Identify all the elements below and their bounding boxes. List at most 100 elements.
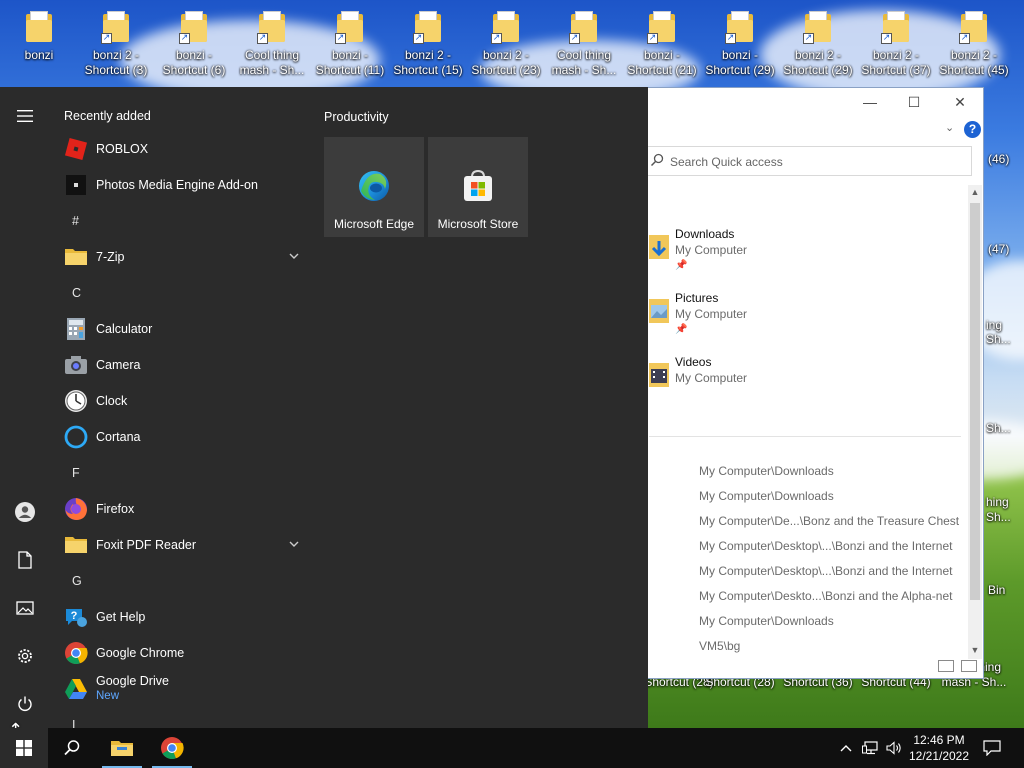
pictures-icon <box>16 601 34 615</box>
desktop-shortcut-label: bonzi <box>24 48 54 62</box>
tile-label: Microsoft Edge <box>333 217 415 231</box>
desktop-shortcut[interactable]: bonzi <box>0 0 78 63</box>
app-item-calculator[interactable]: Calculator <box>62 313 308 345</box>
recent-file-path[interactable]: My Computer\Downloads <box>699 464 969 484</box>
recent-file-path[interactable]: My Computer\Deskto...\Bonzi and the Alph… <box>699 589 969 609</box>
desktop-shortcut[interactable]: ↗ Cool thing mash - Sh... <box>233 0 311 78</box>
app-item-google-chrome[interactable]: Google Chrome <box>62 637 308 669</box>
downloads-folder-icon <box>649 235 669 259</box>
alphabet-header-g[interactable]: G <box>72 574 82 588</box>
large-icons-view-button[interactable] <box>961 660 977 672</box>
desktop-shortcut[interactable]: ↗ bonzi - Shortcut (6) <box>155 0 233 78</box>
chevron-down-icon[interactable] <box>288 538 300 550</box>
quick-access-item[interactable]: Pictures My Computer 📌 <box>649 291 949 341</box>
desktop-shortcut[interactable]: ↗ Cool thing mash - Sh... <box>545 0 623 78</box>
search-taskbar-button[interactable] <box>48 728 96 768</box>
chrome-icon <box>161 737 184 760</box>
desktop-shortcut-label[interactable]: Bin <box>988 583 1005 598</box>
app-item-camera[interactable]: Camera <box>62 349 308 381</box>
action-center-button[interactable] <box>982 738 1002 758</box>
desktop-shortcut-label[interactable]: (47) <box>988 242 1009 257</box>
desktop-shortcut[interactable]: ↗ bonzi - Shortcut (29) <box>701 0 779 78</box>
desktop-shortcut-label: bonzi 2 - Shortcut (29) <box>783 48 853 77</box>
recent-file-path[interactable]: My Computer\De...\Bonz and the Treasure … <box>699 514 969 534</box>
alphabet-header-hash[interactable]: # <box>72 214 79 228</box>
desktop-shortcut[interactable]: ↗ bonzi 2 - Shortcut (15) <box>389 0 467 78</box>
show-hidden-icons-button[interactable] <box>836 738 856 758</box>
quick-access-item[interactable]: Videos My Computer <box>649 355 949 405</box>
shortcut-arrow-icon: ↗ <box>101 33 112 44</box>
alphabet-header-c[interactable]: C <box>72 286 81 300</box>
desktop-shortcut[interactable]: ↗ bonzi - Shortcut (11) <box>311 0 389 78</box>
quick-access-name: Pictures <box>675 291 719 305</box>
pictures-folder-icon <box>649 299 669 323</box>
quick-access-item[interactable]: Downloads My Computer 📌 <box>649 227 949 277</box>
desktop-shortcut-label: bonzi - Shortcut (21) <box>627 48 697 77</box>
desktop-shortcut-label[interactable]: (46) <box>988 152 1009 167</box>
user-account-button[interactable] <box>12 499 38 525</box>
pictures-button[interactable] <box>12 595 38 621</box>
app-item-clock[interactable]: Clock <box>62 385 308 417</box>
desktop-shortcut-label[interactable]: hing <box>986 495 1009 510</box>
recent-file-path[interactable]: My Computer\Downloads <box>699 489 969 509</box>
minimize-button[interactable]: — <box>857 92 883 112</box>
taskbar-clock[interactable]: 12:46 PM 12/21/2022 <box>902 732 976 764</box>
expand-menu-button[interactable] <box>12 103 38 129</box>
app-label: Google Drive <box>96 674 169 688</box>
recent-file-path[interactable]: My Computer\Desktop\...\Bonzi and the In… <box>699 539 969 559</box>
app-item-roblox[interactable]: ROBLOX <box>62 133 308 165</box>
store-icon <box>464 169 492 201</box>
details-view-button[interactable] <box>938 660 954 672</box>
desktop-shortcut-label[interactable]: Sh... <box>986 510 1011 525</box>
app-item-cortana[interactable]: Cortana <box>62 421 308 453</box>
power-button[interactable] <box>12 691 38 717</box>
settings-button[interactable] <box>12 643 38 669</box>
alphabet-header-f[interactable]: F <box>72 466 80 480</box>
quick-access-location: My Computer <box>675 371 748 385</box>
help-button[interactable]: ? <box>964 121 981 138</box>
scroll-up-arrow-icon[interactable]: ▲ <box>968 187 982 197</box>
file-explorer-taskbar-button[interactable] <box>98 728 146 768</box>
pin-icon[interactable]: 📌 <box>675 324 687 335</box>
folder-front <box>26 20 52 42</box>
quick-access-name: Downloads <box>675 227 735 241</box>
ribbon-expand-chevron-icon[interactable]: ⌄ <box>945 121 954 134</box>
desktop-shortcut-label[interactable]: ing <box>986 318 1002 333</box>
pin-icon[interactable]: 📌 <box>675 260 687 271</box>
desktop-shortcut[interactable]: ↗ bonzi 2 - Shortcut (3) <box>77 0 155 78</box>
scroll-down-arrow-icon[interactable]: ▼ <box>968 645 982 655</box>
desktop-shortcut[interactable]: ↗ bonzi - Shortcut (21) <box>623 0 701 78</box>
start-menu: Recently added ROBLOX Photos Media Engine… <box>0 87 648 728</box>
network-button[interactable] <box>860 738 880 758</box>
maximize-button[interactable]: ☐ <box>901 92 927 112</box>
chevron-down-icon[interactable] <box>288 250 300 262</box>
desktop-shortcut-label[interactable]: Sh... <box>986 332 1011 347</box>
app-item-google-drive[interactable]: Google Drive New <box>62 673 308 705</box>
app-item-7-zip[interactable]: 7-Zip <box>62 241 308 273</box>
recent-file-path[interactable]: My Computer\Desktop\...\Bonzi and the In… <box>699 564 969 584</box>
scrollbar-thumb[interactable] <box>970 203 980 600</box>
chrome-taskbar-button[interactable] <box>148 728 196 768</box>
desktop-shortcut[interactable]: ↗ bonzi 2 - Shortcut (23) <box>467 0 545 78</box>
search-box[interactable] <box>645 146 972 176</box>
alphabet-header-i[interactable]: I <box>72 718 75 728</box>
desktop-shortcut[interactable]: ↗ bonzi 2 - Shortcut (37) <box>857 0 935 78</box>
app-item-get-help[interactable]: ? Get Help <box>62 601 308 633</box>
desktop-shortcut[interactable]: ↗ bonzi 2 - Shortcut (29) <box>779 0 857 78</box>
desktop-shortcut-label[interactable]: Sh... <box>986 421 1011 436</box>
app-item-photos-media-engine-add-on[interactable]: Photos Media Engine Add-on <box>62 169 308 201</box>
search-input[interactable] <box>670 153 960 171</box>
documents-button[interactable] <box>12 547 38 573</box>
volume-button[interactable] <box>884 738 904 758</box>
start-button[interactable] <box>0 728 48 768</box>
search-icon <box>64 740 80 756</box>
app-item-foxit-pdf-reader[interactable]: Foxit PDF Reader <box>62 529 308 561</box>
vertical-scrollbar[interactable]: ▲ ▼ <box>968 185 982 659</box>
desktop-shortcut[interactable]: ↗ bonzi 2 - Shortcut (45) <box>935 0 1013 78</box>
tile-microsoft-edge[interactable]: Microsoft Edge <box>324 137 424 237</box>
app-item-firefox[interactable]: Firefox <box>62 493 308 525</box>
tile-microsoft-store[interactable]: Microsoft Store <box>428 137 528 237</box>
recent-file-path[interactable]: My Computer\Downloads <box>699 614 969 634</box>
close-button[interactable]: ✕ <box>947 92 973 112</box>
recent-file-path[interactable]: VM5\bg <box>699 639 969 659</box>
